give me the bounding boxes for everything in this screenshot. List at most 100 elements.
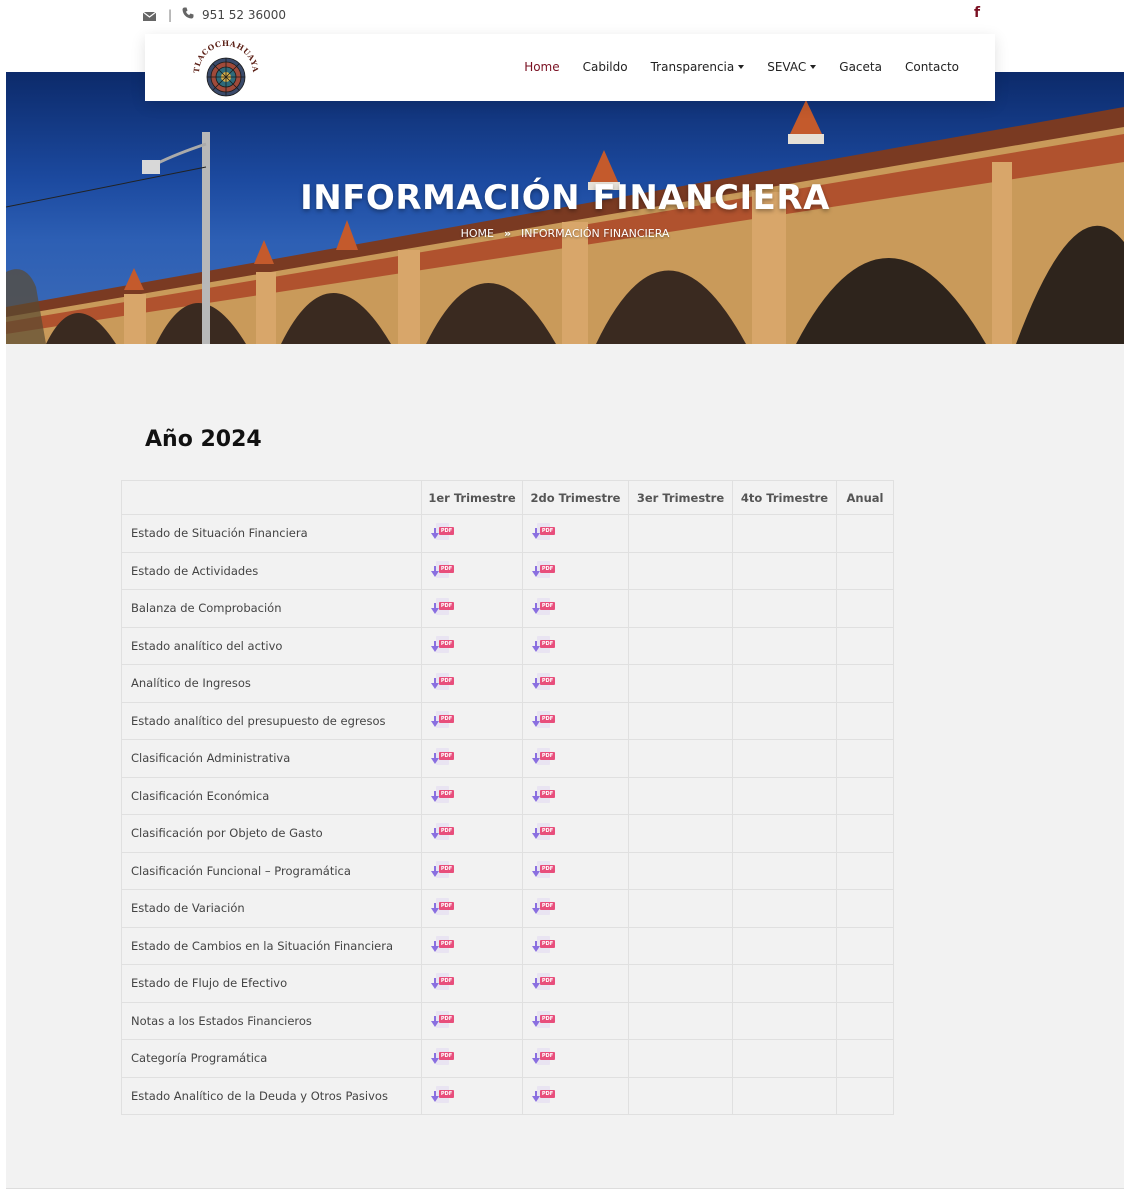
pdf-download-icon[interactable]: PDF [431,822,455,844]
table-cell: PDF [522,1076,629,1115]
table-cell [732,1001,837,1040]
pdf-download-icon[interactable]: PDF [532,822,556,844]
table-row: Estado de Situación Financiera PDF PDF [121,514,894,553]
table-cell [628,701,733,740]
table-cell [628,1001,733,1040]
pdf-download-icon[interactable]: PDF [532,972,556,994]
table-cell [732,851,837,890]
pdf-download-icon[interactable]: PDF [532,522,556,544]
pdf-download-icon[interactable]: PDF [532,897,556,919]
table-cell: PDF [522,551,629,590]
table-row: Estado de Cambios en la Situación Financ… [121,926,894,965]
pdf-tag: PDF [540,1052,555,1061]
table-cell [732,964,837,1003]
nav-item-cabildo[interactable]: Cabildo [583,60,628,74]
table-row: Balanza de Comprobación PDF PDF [121,589,894,628]
table-cell [628,851,733,890]
pdf-download-icon[interactable]: PDF [431,785,455,807]
pdf-download-icon[interactable]: PDF [532,785,556,807]
pdf-download-icon[interactable]: PDF [532,860,556,882]
nav-item-home[interactable]: Home [524,60,559,74]
pdf-download-icon[interactable]: PDF [532,1010,556,1032]
table-cell [836,701,894,740]
pdf-download-icon[interactable]: PDF [431,935,455,957]
pdf-download-icon[interactable]: PDF [532,1085,556,1107]
pdf-tag: PDF [439,827,454,836]
table-cell [836,776,894,815]
pdf-download-icon[interactable]: PDF [431,672,455,694]
pdf-download-icon[interactable]: PDF [431,1010,455,1032]
table-cell: PDF [421,1076,523,1115]
table-cell [836,814,894,853]
breadcrumb-home-link[interactable]: HOME [461,227,494,240]
table-cell [628,1039,733,1078]
pdf-download-icon[interactable]: PDF [532,710,556,732]
pdf-tag: PDF [439,527,454,536]
site-logo[interactable]: TLACOCHAHUAYA [187,37,265,99]
row-label: Estado analítico del activo [121,626,422,665]
row-label: Notas a los Estados Financieros [121,1001,422,1040]
table-cell [732,926,837,965]
nav-item-transparencia[interactable]: Transparencia [651,60,745,74]
table-row: Categoría Programática PDF PDF [121,1039,894,1078]
table-cell: PDF [421,551,523,590]
table-cell [836,889,894,928]
nav-item-contacto[interactable]: Contacto [905,60,959,74]
pdf-download-icon[interactable]: PDF [532,1047,556,1069]
table-cell [628,589,733,628]
pdf-tag: PDF [439,1052,454,1061]
table-cell: PDF [421,814,523,853]
table-cell [836,1076,894,1115]
pdf-download-icon[interactable]: PDF [532,672,556,694]
nav-item-label: Transparencia [650,60,735,74]
contact-separator: | [168,7,173,22]
pdf-download-icon[interactable]: PDF [431,747,455,769]
table-cell [836,739,894,778]
pdf-download-icon[interactable]: PDF [431,635,455,657]
envelope-icon[interactable] [142,10,157,21]
pdf-download-icon[interactable]: PDF [532,560,556,582]
table-header: 4to Trimestre [732,480,837,515]
pdf-download-icon[interactable]: PDF [431,710,455,732]
facebook-icon[interactable]: f [974,5,980,21]
pdf-tag: PDF [439,714,454,723]
pdf-download-icon[interactable]: PDF [431,1047,455,1069]
table-cell [628,551,733,590]
table-cell: PDF [421,589,523,628]
pdf-download-icon[interactable]: PDF [431,972,455,994]
pdf-download-icon[interactable]: PDF [431,1085,455,1107]
table-cell: PDF [522,514,629,553]
table-cell: PDF [421,701,523,740]
phone-number[interactable]: 951 52 36000 [202,8,286,22]
pdf-download-icon[interactable]: PDF [532,597,556,619]
table-row: Notas a los Estados Financieros PDF PDF [121,1001,894,1040]
table-header: 1er Trimestre [421,480,523,515]
pdf-download-icon[interactable]: PDF [431,560,455,582]
table-cell [836,514,894,553]
table-header: 3er Trimestre [628,480,733,515]
table-cell: PDF [522,1039,629,1078]
nav-item-gaceta[interactable]: Gaceta [839,60,882,74]
pdf-download-icon[interactable]: PDF [431,860,455,882]
pdf-download-icon[interactable]: PDF [431,897,455,919]
table-cell [836,664,894,703]
table-cell [836,926,894,965]
row-label: Balanza de Comprobación [121,589,422,628]
pdf-tag: PDF [540,1089,555,1098]
table-cell [628,514,733,553]
row-label: Clasificación Administrativa [121,739,422,778]
contact-info: | 951 52 36000 [142,7,286,22]
table-cell: PDF [522,1001,629,1040]
pdf-download-icon[interactable]: PDF [532,747,556,769]
pdf-download-icon[interactable]: PDF [532,635,556,657]
table-cell: PDF [421,964,523,1003]
pdf-download-icon[interactable]: PDF [431,597,455,619]
pdf-download-icon[interactable]: PDF [431,522,455,544]
pdf-download-icon[interactable]: PDF [532,935,556,957]
pdf-tag: PDF [439,902,454,911]
breadcrumb: HOME » INFORMACIÓN FINANCIERA [6,227,1124,240]
table-cell [628,1076,733,1115]
table-cell [836,589,894,628]
nav-item-sevac[interactable]: SEVAC [767,60,817,74]
nav-item-label: SEVAC [767,60,807,74]
